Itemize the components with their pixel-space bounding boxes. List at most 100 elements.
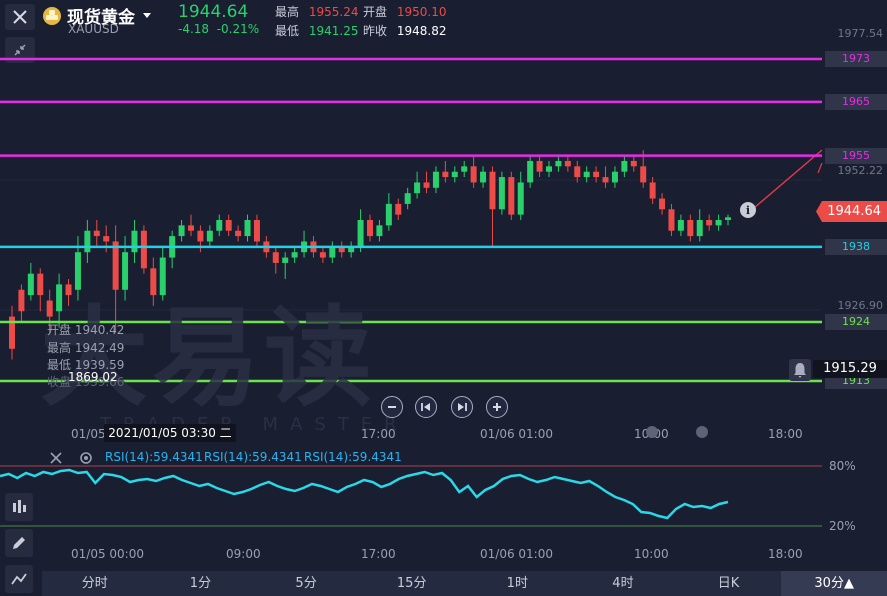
candle-body [253, 220, 260, 242]
scroll-start-button[interactable] [415, 396, 437, 418]
axis-label-mid: 1952.22 [837, 164, 884, 177]
low-value: 1941.25 [308, 24, 359, 38]
skip-forward-icon [458, 403, 467, 411]
high-stat: 最高 1955.24 [275, 3, 358, 20]
trend-line[interactable] [753, 149, 823, 209]
tab-1hour[interactable]: 1时 [465, 571, 571, 596]
candle-body [37, 273, 44, 296]
candle-body [329, 246, 336, 258]
candle-body [706, 220, 713, 226]
candle-body [696, 220, 703, 237]
candle-body [461, 166, 468, 172]
minus-icon [388, 406, 396, 408]
candle-body [46, 300, 53, 317]
trend-line-tail [817, 162, 823, 174]
candle-body [432, 171, 439, 188]
rsi-line [0, 468, 729, 520]
time-label-5: 18:00 [768, 427, 803, 441]
candle-body [649, 182, 656, 199]
line-chart-icon [11, 573, 27, 585]
candle-body [197, 230, 204, 242]
candle-body [74, 252, 81, 290]
candle-body [376, 225, 383, 237]
candle-body [555, 160, 562, 167]
candle-body [593, 171, 600, 178]
candle-body [159, 257, 166, 296]
price-change: -4.18 -0.21% [178, 22, 259, 36]
timeline-dot [696, 426, 708, 438]
change-value: -4.18 [178, 22, 210, 36]
zoom-out-button[interactable] [381, 396, 403, 418]
price-line-label-1973: 1973 [825, 51, 887, 67]
candle-body [150, 268, 157, 296]
candle-body [725, 217, 731, 220]
candle-body [536, 160, 543, 172]
low-point-marker: 1869.02 [68, 370, 118, 384]
close-icon [13, 10, 27, 24]
candlestick-chart[interactable]: i [0, 40, 887, 460]
candle-body [668, 209, 675, 231]
candle-body [687, 220, 694, 237]
ohlc-high: 最高 1942.49 [47, 341, 125, 355]
candle-body [319, 252, 326, 258]
tab-1min[interactable]: 1分 [148, 571, 254, 596]
crosshair-price-tag: 1915.29 [813, 360, 887, 378]
candle-body [244, 220, 251, 237]
ohlc-open: 开盘 1940.42 [47, 323, 125, 337]
tab-4hour[interactable]: 4时 [570, 571, 676, 596]
close-button[interactable] [5, 4, 35, 30]
tab-15min[interactable]: 15分 [359, 571, 465, 596]
rsi-time-label-0: 01/05 00:00 [71, 547, 144, 561]
dropdown-caret-icon [143, 13, 151, 18]
candle-body [27, 273, 34, 296]
price-line-label-1924: 1924 [825, 313, 887, 330]
candle-body [112, 241, 119, 290]
chart-grid [0, 179, 822, 311]
tab-daily[interactable]: 日K [676, 571, 782, 596]
candle-icon [13, 500, 26, 513]
draw-tool-button[interactable] [5, 529, 33, 557]
candle-body [489, 171, 496, 210]
indicator-tool-button[interactable] [5, 493, 33, 521]
open-stat: 开盘 1950.10 [363, 3, 446, 20]
rsi-time-label-3: 01/06 01:00 [480, 547, 553, 561]
candle-body [404, 193, 411, 204]
low-label: 最低 [275, 24, 300, 38]
prev-close-value: 1948.82 [396, 24, 447, 38]
rsi-time-label-2: 17:00 [361, 547, 396, 561]
chart-type-button[interactable] [5, 565, 33, 593]
candle-body [564, 160, 571, 167]
candle-body [367, 220, 373, 237]
candle-body [225, 220, 232, 231]
scroll-end-button[interactable] [451, 396, 473, 418]
skip-back-icon [421, 403, 430, 411]
candle-body [611, 171, 618, 183]
rsi-chart[interactable] [0, 460, 887, 540]
tab-5min[interactable]: 5分 [253, 571, 359, 596]
price-line-label-1965: 1965 [825, 93, 887, 110]
candle-body [546, 166, 552, 172]
candle-body [508, 177, 515, 215]
candle-body [517, 182, 524, 215]
candle-body [527, 160, 534, 183]
candle-body [621, 160, 628, 172]
candle-body [677, 220, 684, 231]
candle-body [65, 284, 72, 296]
candle-body [188, 225, 194, 231]
price-alert-button[interactable] [789, 359, 811, 381]
zoom-in-button[interactable] [486, 396, 508, 418]
change-percent: -0.21% [216, 22, 260, 36]
gold-coin-icon [43, 6, 61, 25]
candle-body [574, 166, 581, 178]
candle-body [131, 230, 138, 253]
candle-body [630, 160, 637, 167]
candle-body [385, 203, 392, 226]
tab-30min[interactable]: 30分▲ [781, 571, 887, 596]
candle-body [451, 171, 458, 178]
candle-body [715, 220, 722, 226]
candle-body [423, 182, 430, 188]
tab-timeshare[interactable]: 分时 [42, 571, 148, 596]
candle-body [140, 230, 147, 269]
candle-body [395, 203, 402, 215]
high-label: 最高 [275, 5, 300, 19]
